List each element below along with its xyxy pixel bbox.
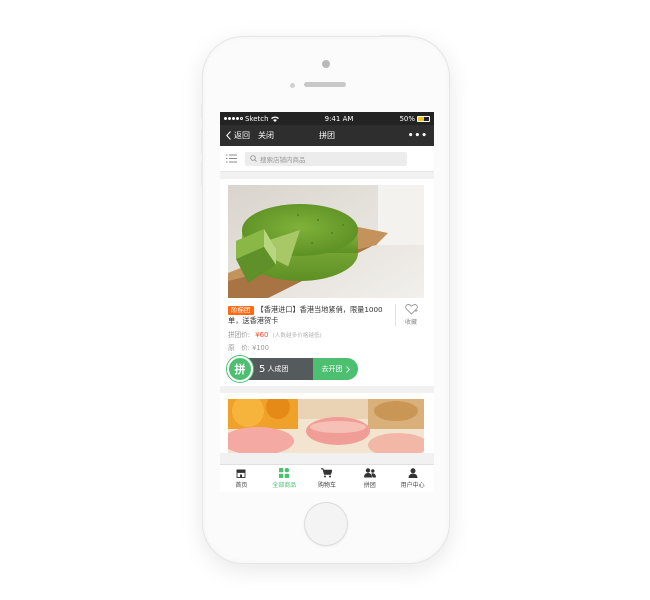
group-icon [363, 468, 376, 478]
product-title[interactable]: 阶梯团 【香港进口】香港当地紧俏，限量1000单，送香港贺卡 [228, 304, 396, 326]
back-button[interactable]: 返回 [226, 130, 250, 141]
volume-down-button [201, 162, 203, 186]
tab-bar: 首页 全部商品 购物车 拼团 用户中心 [220, 464, 434, 492]
power-button [380, 35, 410, 37]
product-image[interactable] [228, 185, 424, 298]
more-options-button[interactable]: ••• [408, 131, 428, 141]
tab-group-buy-label: 拼团 [363, 482, 376, 489]
group-size-suffix: 人成团 [267, 365, 289, 373]
tab-home[interactable]: 首页 [220, 465, 263, 492]
tab-group-buy[interactable]: 拼团 [348, 465, 391, 492]
status-bar: Sketch 9:41 AM 50% [220, 112, 434, 125]
open-group-label: 去开团 [321, 365, 343, 373]
tab-all-products-label: 全部商品 [272, 482, 297, 489]
phone-screen: Sketch 9:41 AM 50% 返回 关闭 拼团 ••• 搜索店铺内商品 [220, 112, 434, 492]
volume-up-button [201, 130, 203, 154]
tab-cart-label: 购物车 [317, 482, 336, 489]
carrier-label: Sketch [245, 114, 269, 123]
group-size-label: 5 人成团 [243, 358, 313, 380]
page-title: 拼团 [319, 131, 335, 140]
group-price-row: 拼团价: ¥60 (人数越多价格越低) [228, 329, 426, 339]
front-camera [322, 60, 330, 68]
tab-home-label: 首页 [235, 481, 248, 489]
home-button[interactable] [304, 502, 348, 546]
chevron-left-icon [226, 131, 231, 140]
favorite-label: 收藏 [404, 319, 417, 326]
search-icon [250, 155, 257, 162]
heart-plus-icon [404, 304, 418, 315]
search-bar: 搜索店铺内商品 [220, 146, 434, 172]
cart-icon [321, 468, 333, 478]
earpiece-speaker [304, 82, 346, 87]
tab-cart[interactable]: 购物车 [306, 465, 349, 492]
group-badge-icon: 拼 [227, 356, 253, 382]
store-icon [236, 469, 246, 478]
category-list-icon[interactable] [226, 154, 237, 163]
grid-icon [279, 468, 290, 478]
tab-all-products[interactable]: 全部商品 [263, 465, 306, 492]
battery-icon [417, 115, 430, 122]
close-button[interactable]: 关闭 [258, 130, 274, 141]
product-image-2[interactable] [228, 399, 424, 453]
nav-bar: 返回 关闭 拼团 ••• [220, 125, 434, 146]
group-price-label: 拼团价: [228, 331, 251, 339]
favorite-button[interactable]: 收藏 [396, 304, 426, 326]
proximity-sensor [290, 83, 295, 88]
search-input[interactable]: 搜索店铺内商品 [245, 151, 407, 166]
status-time: 9:41 AM [324, 114, 354, 123]
original-price-label: 原 价: [228, 344, 251, 352]
ladder-group-tag: 阶梯团 [228, 306, 254, 315]
search-placeholder: 搜索店铺内商品 [260, 155, 306, 164]
user-icon [408, 468, 418, 478]
wifi-icon [270, 116, 279, 122]
group-size-number: 5 [259, 363, 266, 375]
group-price-value: ¥60 [255, 331, 269, 339]
product-card-2[interactable] [220, 393, 434, 453]
tab-user-center[interactable]: 用户中心 [391, 465, 434, 492]
product-card[interactable]: 阶梯团 【香港进口】香港当地紧俏，限量1000单，送香港贺卡 收藏 拼团价: ¥6… [220, 179, 434, 386]
original-price-value: ¥100 [252, 344, 269, 352]
mute-switch [201, 104, 203, 118]
signal-strength-icon [224, 117, 243, 120]
open-group-button[interactable]: 去开团 [313, 358, 358, 380]
battery-percent: 50% [399, 114, 415, 123]
group-buy-bar: 拼 5 人成团 去开团 [227, 356, 426, 382]
back-label: 返回 [234, 131, 250, 140]
tab-user-center-label: 用户中心 [400, 482, 425, 489]
original-price-row: 原 价: ¥100 [228, 342, 426, 352]
group-price-note: (人数越多价格越低) [272, 333, 322, 339]
chevron-right-icon [345, 365, 350, 373]
